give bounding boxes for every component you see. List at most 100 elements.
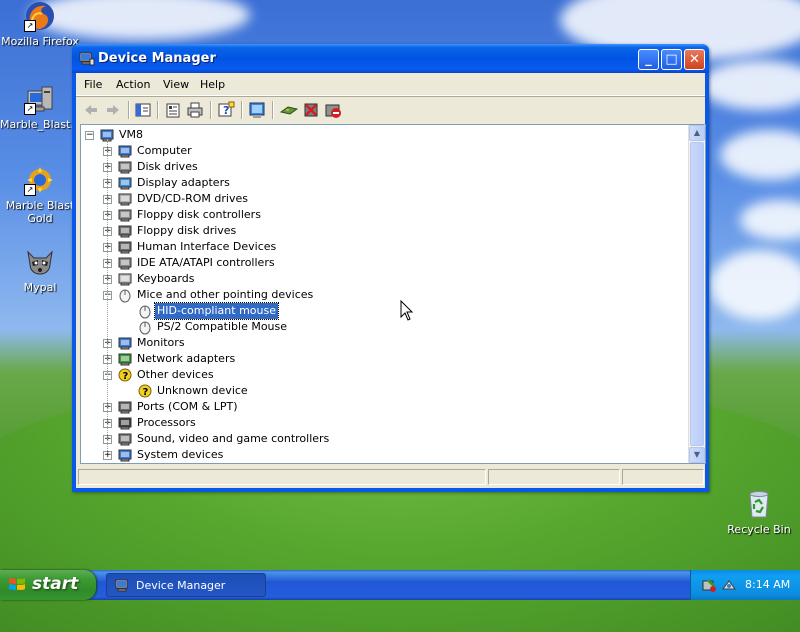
network-adapter-icon <box>117 351 133 367</box>
uninstall-device-icon[interactable] <box>302 101 320 119</box>
tree-node-label: Sound, video and game controllers <box>137 432 330 445</box>
shortcut-arrow-icon: ↗ <box>24 184 36 196</box>
device-manager-icon <box>79 52 95 66</box>
mouse-icon <box>137 319 153 335</box>
tree-node-category[interactable]: + Ports (COM & LPT) <box>81 399 681 415</box>
system-device-icon <box>117 447 133 463</box>
print-icon[interactable] <box>186 101 204 119</box>
disable-device-icon[interactable] <box>324 101 342 119</box>
back-arrow-icon[interactable] <box>82 101 100 119</box>
tree-node-label: DVD/CD-ROM drives <box>137 192 248 205</box>
desktop-icon-label: Marble_Blast... <box>0 118 81 131</box>
taskbar-button-label: Device Manager <box>136 579 226 592</box>
tree-node-label: Floppy disk drives <box>137 224 237 237</box>
desktop-icon-firefox[interactable]: ↗ Mozilla Firefox <box>0 0 80 48</box>
device-manager-icon <box>115 579 128 592</box>
safely-remove-hardware-icon[interactable] <box>701 577 717 593</box>
tree-node-category[interactable]: + DVD/CD-ROM drives <box>81 191 681 207</box>
tree-node-category[interactable]: + Monitors <box>81 335 681 351</box>
start-button[interactable]: start <box>0 570 96 600</box>
clock: 8:14 AM <box>745 578 791 591</box>
close-button[interactable]: ✕ <box>684 49 705 70</box>
tree-node-category[interactable]: + Keyboards <box>81 271 681 287</box>
minimize-button[interactable]: _ <box>638 49 659 70</box>
svg-text:?: ? <box>223 104 229 117</box>
vertical-scrollbar[interactable]: ▲ ▼ <box>688 125 705 463</box>
taskbar-button-device-manager[interactable]: Device Manager <box>106 573 266 597</box>
tree-node-label: Floppy disk controllers <box>137 208 261 221</box>
tree-node-category[interactable]: + Floppy disk controllers <box>81 207 681 223</box>
menu-help[interactable]: Help <box>200 78 225 91</box>
tree-node-category[interactable]: + Computer <box>81 143 681 159</box>
tree-node-label: PS/2 Compatible Mouse <box>157 320 288 333</box>
system-tray: 8:14 AM <box>690 570 800 600</box>
status-cell-secondary <box>488 469 620 485</box>
show-hide-console-tree-icon[interactable] <box>134 101 152 119</box>
recycle-bin-icon <box>749 491 769 518</box>
scan-hardware-icon[interactable] <box>248 101 266 119</box>
status-cell-tertiary <box>622 469 704 485</box>
start-label: start <box>32 574 79 594</box>
toolbar-separator <box>210 101 212 119</box>
tree-node-category[interactable]: + Disk drives <box>81 159 681 175</box>
title-bar[interactable]: Device Manager _ □ ✕ <box>72 44 709 73</box>
tree-node-label: Display adapters <box>137 176 230 189</box>
tree-node-label: Network adapters <box>137 352 236 365</box>
tree-node-label: HID-compliant mouse <box>154 302 279 320</box>
menu-file[interactable]: File <box>84 78 102 91</box>
desktop-icon-recycle-bin[interactable]: Recycle Bin <box>719 488 799 536</box>
help-icon[interactable]: ? <box>217 101 235 119</box>
desktop-icon-marble-blast-setup[interactable]: ↗ Marble_Blast... <box>0 83 81 131</box>
tree-node-category[interactable]: + Network adapters <box>81 351 681 367</box>
status-bar <box>76 467 705 487</box>
menu-action[interactable]: Action <box>116 78 150 91</box>
shortcut-arrow-icon: ↗ <box>24 103 36 115</box>
tree-node-category[interactable]: + Processors <box>81 415 681 431</box>
network-tray-icon[interactable] <box>721 577 737 593</box>
mouse-icon <box>117 287 133 303</box>
scroll-up-button[interactable]: ▲ <box>689 125 705 141</box>
svg-text:?: ? <box>143 387 149 398</box>
monitor-icon <box>117 335 133 351</box>
tree-node-category[interactable]: − Mice and other pointing devices <box>81 287 681 303</box>
tree-connector-line <box>107 139 108 453</box>
minimize-icon: _ <box>645 52 652 67</box>
device-tree[interactable]: − VM8 + Computer + Disk drives + Display adapte… <box>80 124 706 464</box>
mouse-icon <box>137 303 153 319</box>
tree-node-category[interactable]: + IDE ATA/ATAPI controllers <box>81 255 681 271</box>
tree-node-device[interactable]: ? Unknown device <box>81 383 681 399</box>
windows-flag-icon <box>9 578 25 591</box>
raccoon-icon <box>27 250 53 275</box>
menu-bar: File Action View Help <box>76 73 705 96</box>
tree-node-label: Processors <box>137 416 196 429</box>
menu-view[interactable]: View <box>163 78 189 91</box>
toolbar-separator <box>272 101 274 119</box>
tree-node-root[interactable]: − VM8 <box>81 127 681 143</box>
scroll-up-icon: ▲ <box>693 128 701 137</box>
tree-node-category[interactable]: + System devices <box>81 447 681 463</box>
toolbar-separator <box>241 101 243 119</box>
desktop-icon-marble-blast-gold[interactable]: ↗ Marble Blast Gold <box>0 164 80 225</box>
scrollbar-thumb[interactable] <box>690 142 704 446</box>
tree-node-label: Keyboards <box>137 272 195 285</box>
tree-node-category[interactable]: + Display adapters <box>81 175 681 191</box>
maximize-button[interactable]: □ <box>661 49 682 70</box>
tree-node-label: Ports (COM & LPT) <box>137 400 238 413</box>
tree-node-category[interactable]: + Sound, video and game controllers <box>81 431 681 447</box>
tree-node-category[interactable]: + Floppy disk drives <box>81 223 681 239</box>
properties-icon[interactable] <box>164 101 182 119</box>
ide-controller-icon <box>117 255 133 271</box>
shortcut-arrow-icon: ↗ <box>24 20 36 32</box>
forward-arrow-icon[interactable] <box>104 101 122 119</box>
collapse-toggle-icon[interactable]: − <box>85 131 94 140</box>
tree-node-device[interactable]: PS/2 Compatible Mouse <box>81 319 681 335</box>
tree-node-category[interactable]: −? Other devices <box>81 367 681 383</box>
scroll-down-button[interactable]: ▼ <box>689 447 705 463</box>
update-driver-icon[interactable] <box>280 101 298 119</box>
mouse-cursor-icon <box>400 300 414 321</box>
desktop-icon-mypal[interactable]: Mypal <box>0 246 80 294</box>
tree-node-device[interactable]: HID-compliant mouse <box>81 302 681 320</box>
toolbar-separator <box>157 101 159 119</box>
status-cell-main <box>78 469 486 485</box>
tree-node-category[interactable]: + Human Interface Devices <box>81 239 681 255</box>
